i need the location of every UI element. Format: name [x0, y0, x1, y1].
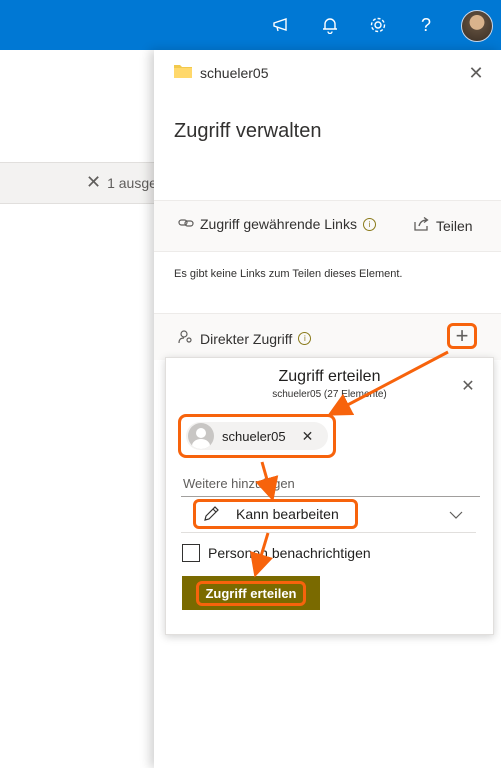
add-more-input[interactable]: [181, 470, 480, 497]
remove-person-icon[interactable]: ✕: [302, 428, 314, 445]
close-icon[interactable]: ✕: [468, 63, 483, 84]
dialog-close-button[interactable]: ✕: [458, 376, 478, 396]
permission-dropdown[interactable]: Kann bearbeiten: [181, 496, 476, 533]
no-links-text: Es gibt keine Links zum Teilen dieses El…: [174, 268, 403, 280]
panel-close-button[interactable]: ✕: [466, 63, 486, 83]
chevron-down-icon[interactable]: [449, 506, 463, 524]
notify-label: Personen benachrichtigen: [208, 545, 371, 561]
dialog-subtitle: schueler05 (27 Elemente): [272, 389, 387, 400]
notify-checkbox[interactable]: [182, 544, 200, 562]
selection-count: 1 ausge: [107, 174, 157, 191]
dialog-title: Zugriff erteilen: [278, 368, 381, 385]
announcement-icon[interactable]: [270, 13, 294, 37]
panel-header: schueler05: [174, 64, 269, 81]
close-icon[interactable]: ✕: [461, 376, 474, 396]
links-section-label: Zugriff gewährende Links: [200, 216, 357, 232]
bell-icon[interactable]: [318, 13, 342, 37]
grant-access-label: Zugriff erteilen: [196, 580, 306, 606]
share-button-label: Teilen: [436, 217, 473, 234]
folder-icon: [174, 64, 192, 81]
add-direct-access-button[interactable]: +: [447, 323, 477, 349]
selection-indicator[interactable]: ✕ 1 ausge: [86, 172, 157, 193]
grant-access-dialog: Zugriff erteilen schueler05 (27 Elemente…: [165, 357, 494, 635]
share-button[interactable]: Teilen: [414, 216, 473, 234]
gear-icon[interactable]: [366, 13, 390, 37]
item-name: schueler05: [200, 64, 269, 81]
panel-title: Zugriff verwalten: [174, 120, 322, 142]
user-avatar[interactable]: [461, 10, 493, 42]
selected-person-highlight: schueler05 ✕: [178, 414, 336, 458]
permission-highlight: Kann bearbeiten: [193, 499, 358, 529]
grant-access-button[interactable]: Zugriff erteilen: [182, 576, 320, 610]
person-chip-name: schueler05: [222, 428, 286, 444]
pencil-icon: [202, 505, 222, 523]
link-icon: [178, 216, 194, 232]
plus-icon: +: [455, 323, 469, 348]
info-icon[interactable]: i: [298, 332, 312, 345]
info-icon[interactable]: i: [362, 217, 376, 231]
share-icon: [414, 216, 430, 234]
direct-access-label: Direkter Zugriff: [200, 330, 293, 347]
notify-option[interactable]: Personen benachrichtigen: [182, 544, 371, 562]
direct-access-header: Direkter Zugriff i: [178, 329, 312, 348]
person-avatar-icon: [188, 423, 214, 449]
permission-label: Kann bearbeiten: [236, 506, 339, 522]
links-section-header[interactable]: Zugriff gewährende Links i: [178, 216, 376, 232]
help-icon[interactable]: ?: [414, 13, 438, 37]
person-key-icon: [178, 329, 194, 348]
top-app-bar: ?: [0, 0, 501, 50]
person-chip[interactable]: schueler05 ✕: [186, 422, 328, 450]
close-icon[interactable]: ✕: [86, 172, 101, 193]
